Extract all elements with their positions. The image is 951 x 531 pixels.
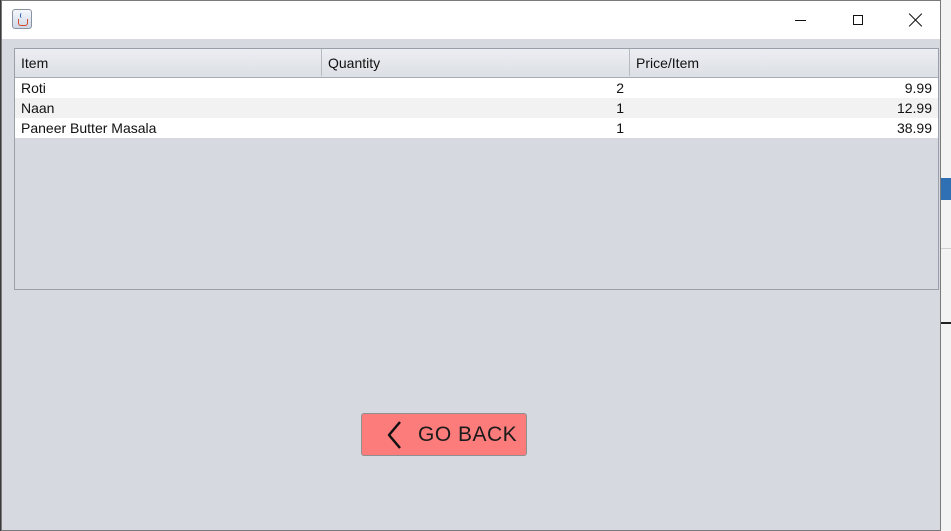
cell-price: 9.99 xyxy=(904,80,932,96)
column-header-item[interactable]: Item xyxy=(15,49,322,76)
table-header: Item Quantity Price/Item xyxy=(15,49,938,78)
java-coffee-cup-icon[interactable] xyxy=(12,9,32,29)
column-header-quantity[interactable]: Quantity xyxy=(322,49,630,76)
title-bar[interactable] xyxy=(2,1,940,39)
go-back-label: GO BACK xyxy=(418,422,518,446)
minimize-button[interactable] xyxy=(771,1,829,39)
go-back-button[interactable]: GO BACK xyxy=(361,413,527,456)
cell-item: Naan xyxy=(21,100,55,116)
minimize-icon xyxy=(794,19,806,21)
table-body: Roti 2 9.99 Naan 1 12.99 Paneer Butter M… xyxy=(15,78,938,138)
column-header-price[interactable]: Price/Item xyxy=(630,49,938,76)
cell-quantity: 2 xyxy=(616,80,624,96)
background-window-divider xyxy=(941,322,951,324)
close-icon xyxy=(909,13,923,27)
cell-item: Paneer Butter Masala xyxy=(21,120,157,136)
table-row[interactable]: Naan 1 12.99 xyxy=(15,98,938,118)
order-table[interactable]: Item Quantity Price/Item Roti 2 9.99 Naa… xyxy=(14,48,939,290)
background-window-divider xyxy=(941,248,951,249)
chevron-left-icon xyxy=(387,420,401,449)
close-button[interactable] xyxy=(887,1,945,39)
cell-quantity: 1 xyxy=(616,120,624,136)
cell-price: 12.99 xyxy=(896,100,932,116)
cell-quantity: 1 xyxy=(616,100,624,116)
maximize-icon xyxy=(853,15,863,25)
app-window: Item Quantity Price/Item Roti 2 9.99 Naa… xyxy=(1,0,941,531)
table-row[interactable]: Paneer Butter Masala 1 38.99 xyxy=(15,118,938,138)
cell-price: 38.99 xyxy=(896,120,932,136)
cell-item: Roti xyxy=(21,80,46,96)
maximize-button[interactable] xyxy=(829,1,887,39)
background-window-highlight xyxy=(941,178,951,200)
table-row[interactable]: Roti 2 9.99 xyxy=(15,78,938,98)
background-window xyxy=(941,0,951,531)
